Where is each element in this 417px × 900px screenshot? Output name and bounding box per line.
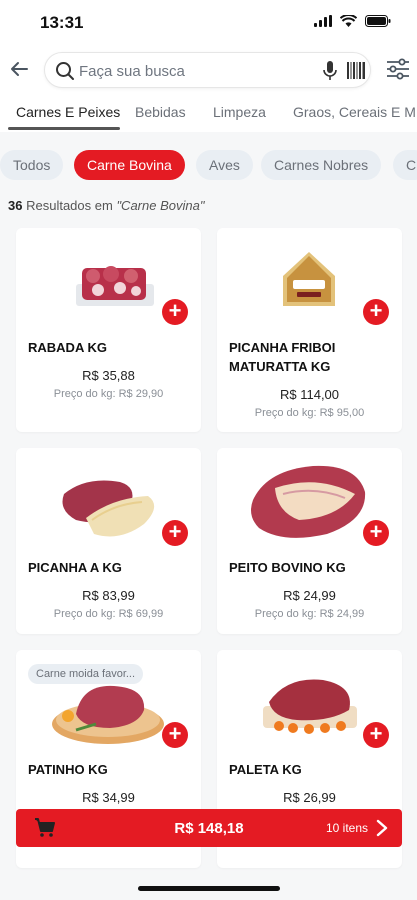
tab-limpeza[interactable]: Limpeza: [213, 104, 266, 120]
product-price-per-kg: Preço do kg: R$ 69,99: [53, 608, 164, 620]
product-name: PICANHA A KG: [28, 560, 122, 575]
search-header: [0, 46, 417, 96]
product-card[interactable]: + PEITO BOVINO KG R$ 24,99 Preço do kg: …: [217, 448, 402, 634]
status-bar: 13:31: [0, 0, 417, 46]
add-to-cart-button[interactable]: +: [162, 520, 188, 546]
product-price-per-kg: Preço do kg: R$ 95,00: [254, 407, 365, 419]
results-query: "Carne Bovina": [116, 198, 205, 213]
subcategory-chips: Todos Carne Bovina Aves Carnes Nobres C: [0, 150, 417, 182]
tab-graos-cereais[interactable]: Graos, Cereais E M: [293, 104, 416, 120]
tab-bebidas[interactable]: Bebidas: [135, 104, 186, 120]
results-summary: 36 Resultados em "Carne Bovina": [8, 198, 204, 213]
product-price: R$ 83,99: [82, 588, 135, 603]
product-card[interactable]: + PICANHA A KG R$ 83,99 Preço do kg: R$ …: [16, 448, 201, 634]
product-tag: Carne moida favor...: [28, 664, 144, 684]
product-price: R$ 35,88: [82, 368, 135, 383]
wifi-icon: [339, 14, 358, 32]
status-icons: [314, 14, 391, 32]
results-text: Resultados em: [26, 198, 113, 213]
search-input[interactable]: [79, 59, 309, 83]
chip-carnes-nobres[interactable]: Carnes Nobres: [261, 150, 382, 180]
battery-icon: [365, 14, 391, 32]
product-price: R$ 34,99: [82, 790, 135, 805]
product-price-per-kg: Preço do kg: R$ 24,99: [254, 608, 365, 620]
add-to-cart-button[interactable]: +: [363, 722, 389, 748]
search-bar[interactable]: [44, 52, 371, 88]
filter-icon[interactable]: [386, 58, 410, 85]
product-card[interactable]: + PICANHA FRIBOI MATURATTA KG R$ 114,00 …: [217, 228, 402, 432]
product-price: R$ 114,00: [279, 387, 340, 402]
results-count: 36: [8, 198, 23, 213]
tab-carnes-e-peixes[interactable]: Carnes E Peixes: [16, 104, 120, 120]
chip-more[interactable]: C: [393, 150, 417, 180]
status-time: 13:31: [40, 13, 84, 32]
microphone-icon[interactable]: [323, 61, 337, 86]
add-to-cart-button[interactable]: +: [162, 299, 188, 325]
home-indicator: [138, 886, 280, 891]
chip-carne-bovina[interactable]: Carne Bovina: [74, 150, 185, 180]
product-price: R$ 24,99: [283, 588, 336, 603]
add-to-cart-button[interactable]: +: [363, 520, 389, 546]
search-icon: [55, 61, 75, 86]
chip-todos[interactable]: Todos: [0, 150, 64, 180]
category-tabs: Carnes E Peixes Bebidas Limpeza Graos, C…: [0, 96, 417, 132]
product-name: PEITO BOVINO KG: [229, 560, 346, 575]
signal-icon: [314, 14, 332, 32]
add-to-cart-button[interactable]: +: [162, 722, 188, 748]
add-to-cart-button[interactable]: +: [363, 299, 389, 325]
product-name: PICANHA FRIBOI MATURATTA KG: [229, 340, 336, 374]
chevron-right-icon: [376, 819, 388, 842]
product-name: PALETA KG: [229, 762, 302, 777]
chip-aves[interactable]: Aves: [196, 150, 253, 180]
barcode-icon[interactable]: [347, 62, 365, 84]
cart-summary-bar[interactable]: R$ 148,18 10 itens: [16, 809, 402, 847]
product-name: RABADA KG: [28, 340, 107, 355]
product-price: R$ 26,99: [283, 790, 336, 805]
active-tab-indicator: [8, 127, 120, 130]
product-price-per-kg: Preço do kg: R$ 29,90: [53, 388, 164, 400]
cart-item-count: 10 itens: [325, 821, 368, 835]
product-name: PATINHO KG: [28, 762, 108, 777]
product-card[interactable]: + RABADA KG R$ 35,88 Preço do kg: R$ 29,…: [16, 228, 201, 432]
back-arrow-icon[interactable]: [8, 58, 30, 80]
